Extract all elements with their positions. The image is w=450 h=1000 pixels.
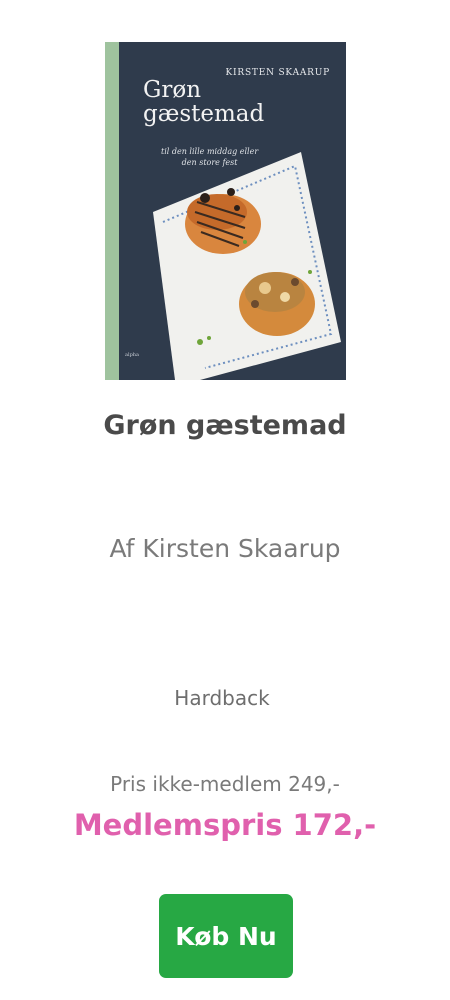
book-author: Af Kirsten Skaarup: [109, 534, 341, 563]
cover-publisher-text: alpha: [125, 352, 139, 358]
non-member-price: Pris ikke-medlem 249,-: [110, 772, 340, 796]
book-title[interactable]: Grøn gæstemad: [0, 410, 450, 441]
member-price: Medlemspris 172,-: [73, 808, 377, 842]
book-format: Hardback: [174, 686, 270, 710]
cover-author-text: KIRSTEN SKAARUP: [225, 68, 330, 78]
book-cover-image[interactable]: KIRSTEN SKAARUP Grøn gæstemad til den li…: [105, 42, 346, 380]
buy-now-button[interactable]: Køb Nu: [159, 894, 293, 978]
cover-subtitle-text: til den lille middag eller den store fes…: [161, 147, 259, 167]
cover-title-text: Grøn gæstemad: [143, 77, 265, 127]
